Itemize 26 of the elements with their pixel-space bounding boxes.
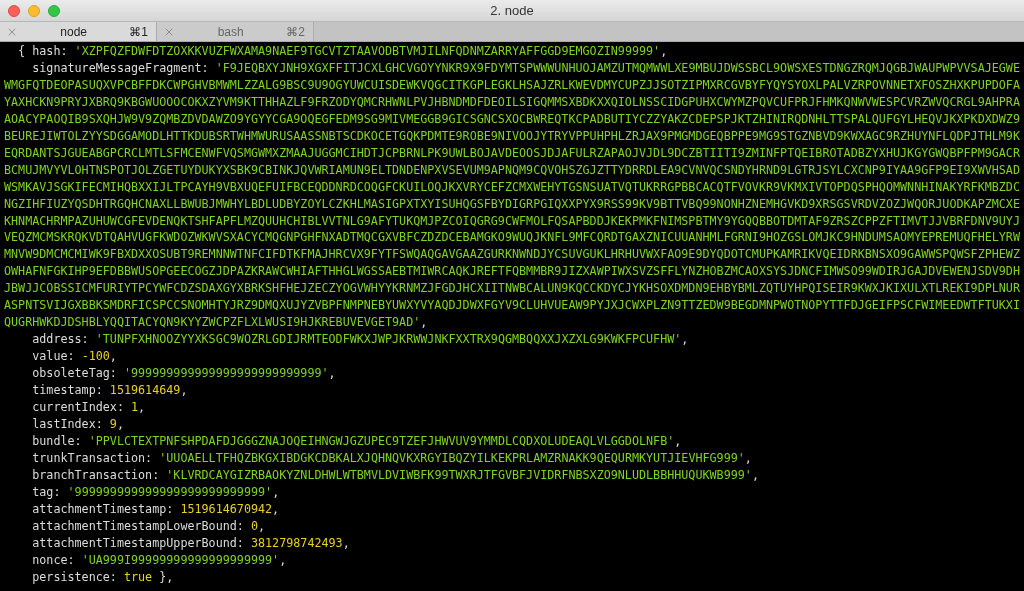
close-button[interactable] <box>8 5 20 17</box>
minimize-button[interactable] <box>28 5 40 17</box>
code-line: timestamp: 1519614649, <box>31 382 189 399</box>
tab[interactable]: node ⌘1 <box>0 22 157 41</box>
code-line: currentIndex: 1, <box>31 399 147 416</box>
code-line: trunkTransaction: 'UUOAELLTFHQZBKGXIBDGKCDBKALXJQHNQVKXRGYIBQZYILKEKPRLAMZRNAKK9QEQURMKYUTJIEVHFG999', <box>31 449 753 467</box>
code-line: obsoleteTag: '999999999999999999999999999', <box>31 365 337 383</box>
code-line: bundle: 'PPVLCTEXTPNFSHPDAFDJGGGZNAJOQEIHNGWJGZUPEC9TZEFJHWVUV9YMMDLCQDXOLUDEAQLVLGGDOLNFB', <box>31 432 683 450</box>
tab-shortcut: ⌘1 <box>129 24 148 39</box>
code-line: attachmentTimestampUpperBound: 3812798742493, <box>31 534 351 552</box>
code-line: value: -100, <box>31 348 118 366</box>
code-line: { hash: 'XZPFQZFDWFDTZOXKKVUZFWXAMA9NAEF9TGCVTZTAAVODBTVMJILNFQDNMZARRYAFFGGD9EMGOZIN99999', <box>17 43 669 60</box>
zoom-button[interactable] <box>48 5 60 17</box>
code-line: address: 'TUNPFXHNOOZYYXKSGC9WOZRLGDIJRMTEODFWKXJWPJKRWWJNKFXXTRX9QGMBQQXXJXZXLG9KWKFPCUFHW', <box>31 331 690 349</box>
code-line: tag: '999999999999999999999999999', <box>31 483 281 501</box>
tab-label: node <box>59 24 88 39</box>
code-line: persistence: true }, <box>31 568 175 586</box>
code-line: attachmentTimestampLowerBound: 0, <box>31 517 267 535</box>
tab-label: bash <box>216 24 245 39</box>
code-line: branchTransaction: 'KLVRDCAYGIZRBAOKYZNLDHWLWTBMVLDVIWBFK99TWXRJTFGVBFJVIDRFNBSXZO9NLUDLBBHHUQUKWB999', <box>31 466 760 484</box>
tab[interactable]: bash ⌘2 <box>157 22 314 41</box>
code-line: lastIndex: 9, <box>31 415 125 433</box>
code-line: nonce: 'UA999I99999999999999999999', <box>31 551 288 569</box>
code-line: attachmentTimestamp: 1519614670942, <box>31 500 281 518</box>
window-title: 2. node <box>490 3 534 18</box>
tab-shortcut: ⌘2 <box>286 24 305 39</box>
